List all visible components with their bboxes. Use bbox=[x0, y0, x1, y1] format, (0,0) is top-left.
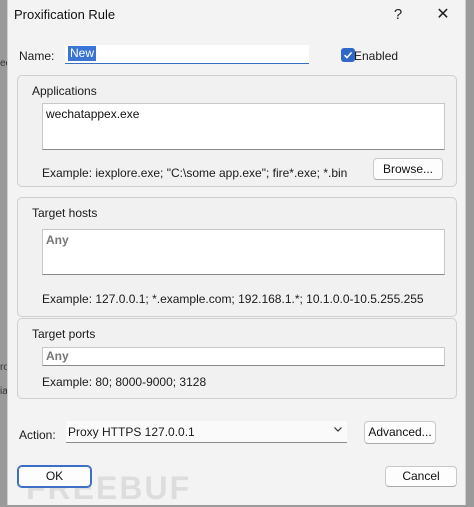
applications-example: Example: iexplore.exe; "C:\some app.exe"… bbox=[42, 166, 348, 180]
target-ports-group: Target ports Any Example: 80; 8000-9000;… bbox=[17, 318, 457, 399]
target-ports-value: Any bbox=[46, 349, 69, 363]
applications-input[interactable]: wechatappex.exe bbox=[42, 103, 445, 150]
ok-button[interactable]: OK bbox=[17, 465, 92, 488]
browse-button[interactable]: Browse... bbox=[373, 158, 443, 180]
applications-value: wechatappex.exe bbox=[46, 107, 140, 121]
cancel-button[interactable]: Cancel bbox=[385, 466, 457, 487]
action-select[interactable]: Proxy HTTPS 127.0.0.1 bbox=[66, 421, 347, 443]
applications-group: Applications wechatappex.exe Example: ie… bbox=[17, 75, 457, 187]
help-button[interactable]: ? bbox=[376, 0, 420, 30]
proxification-rule-dialog: Proxification Rule ? ✕ Name: New Enabled… bbox=[7, 0, 466, 506]
target-hosts-input[interactable]: Any bbox=[42, 229, 445, 275]
target-ports-input[interactable]: Any bbox=[42, 347, 445, 366]
name-input-value: New bbox=[68, 46, 97, 61]
checkbox-checked-icon bbox=[341, 48, 355, 62]
target-hosts-group: Target hosts Any Example: 127.0.0.1; *.e… bbox=[17, 197, 457, 317]
name-input[interactable]: New bbox=[65, 45, 309, 64]
close-button[interactable]: ✕ bbox=[421, 0, 465, 30]
advanced-button[interactable]: Advanced... bbox=[364, 421, 436, 444]
window-title: Proxification Rule bbox=[14, 7, 116, 22]
target-ports-example: Example: 80; 8000-9000; 3128 bbox=[42, 375, 207, 389]
target-ports-title: Target ports bbox=[32, 327, 96, 341]
name-label: Name: bbox=[19, 49, 55, 63]
enabled-label: Enabled bbox=[354, 49, 399, 63]
target-hosts-title: Target hosts bbox=[32, 206, 98, 220]
applications-title: Applications bbox=[32, 84, 97, 98]
action-select-value: Proxy HTTPS 127.0.0.1 bbox=[68, 425, 195, 439]
target-hosts-value: Any bbox=[46, 233, 69, 247]
action-label: Action: bbox=[19, 428, 56, 442]
target-hosts-example: Example: 127.0.0.1; *.example.com; 192.1… bbox=[42, 292, 424, 306]
title-bar: Proxification Rule ? ✕ bbox=[8, 0, 465, 30]
chevron-down-icon bbox=[333, 424, 343, 437]
